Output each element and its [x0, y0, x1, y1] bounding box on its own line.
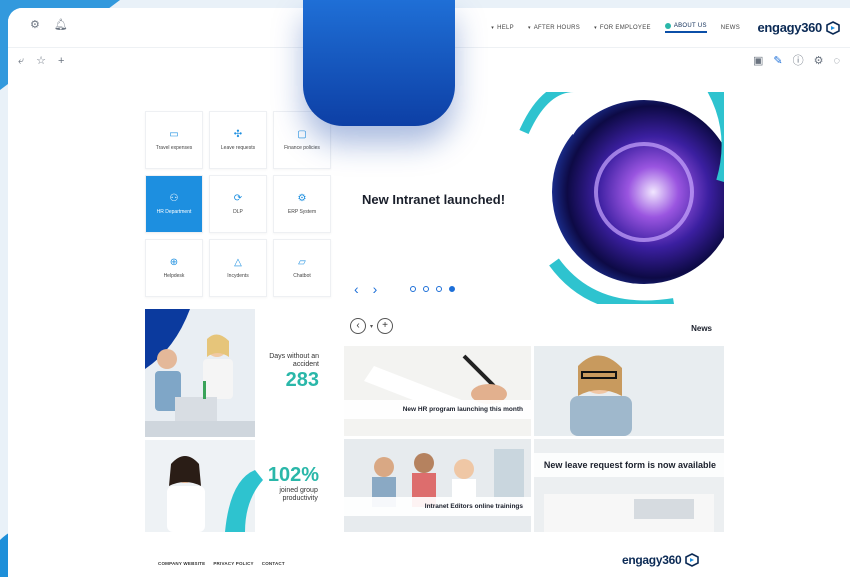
footer-logo[interactable]: engagy360 — [622, 553, 700, 567]
news-card[interactable]: New HR program launching this month — [344, 346, 531, 436]
news-card[interactable]: Intranet Editors online trainings — [344, 439, 531, 532]
chat-icon: ▱ — [298, 256, 306, 268]
nav-after-hours[interactable]: ▾ AFTER HOURS — [528, 25, 580, 31]
woman-glasses-photo — [534, 346, 724, 436]
footer-link-privacy-policy[interactable]: PRIVACY POLICY — [213, 561, 253, 566]
lifebuoy-icon: ⊕ — [169, 256, 179, 268]
gear-icon: ⚙ — [297, 192, 307, 204]
productivity-widget: 102% joined group productivity — [145, 440, 333, 532]
status-dot-icon — [664, 23, 671, 29]
carousel-dot[interactable] — [410, 286, 416, 292]
news-header: ‹ ▾ + News — [344, 312, 724, 344]
carousel-dot[interactable] — [436, 286, 442, 292]
circle-icon[interactable]: ◌ — [833, 56, 840, 67]
edit-icon[interactable]: ✎ — [773, 56, 782, 67]
logo-mark-icon — [685, 553, 700, 567]
tile-helpdesk[interactable]: ⊕ Helpdesk — [145, 239, 203, 297]
tile-hr-department[interactable]: ⚇ HR Department — [145, 175, 203, 233]
team-photo — [344, 439, 531, 532]
days-value: 283 — [285, 369, 319, 391]
back-icon[interactable]: ⤶ — [18, 56, 24, 67]
carousel-dots — [410, 286, 455, 292]
nav-about-us[interactable]: ABOUT US — [664, 23, 707, 33]
news-item-title: New leave request form is now available — [534, 453, 724, 477]
nav-for-employee[interactable]: ▾ FOR EMPLOYEE — [594, 25, 651, 31]
footer-link-contact[interactable]: CONTACT — [262, 561, 285, 566]
growth-label: joined group productivity — [279, 487, 318, 502]
chevron-left-icon[interactable]: ‹ — [354, 282, 359, 296]
footer-links: COMPANY WEBSITE PRIVACY POLICY CONTACT — [158, 561, 285, 566]
bell-icon[interactable]: 🔔︎ — [54, 20, 68, 31]
decorative-blue-shape — [303, 0, 455, 126]
tile-travel-expenses[interactable]: ▭ Travel expenses — [145, 111, 203, 169]
carousel-dot[interactable] — [423, 286, 429, 292]
tile-leave-requests[interactable]: ✣ Leave requests — [209, 111, 267, 169]
nav-help[interactable]: ▾ HELP — [491, 25, 514, 31]
settings-icon[interactable]: ⚙ — [814, 56, 824, 67]
brand-logo[interactable]: engagy360 — [757, 20, 840, 35]
plus-icon[interactable]: + — [58, 56, 64, 67]
warning-icon: △ — [234, 256, 242, 268]
news-item-title: Intranet Editors online trainings — [344, 497, 531, 516]
move-icon: ✣ — [233, 128, 243, 140]
document-icon: ▢ — [297, 128, 307, 140]
days-widget: Days without an accident 283 — [145, 309, 333, 437]
footer-link-company-website[interactable]: COMPANY WEBSITE — [158, 561, 205, 566]
news-title: News — [691, 324, 712, 333]
prev-news-icon[interactable]: ‹ — [350, 318, 366, 334]
add-news-icon[interactable]: + — [377, 318, 394, 334]
tile-erp-system[interactable]: ⚙ ERP System — [273, 175, 331, 233]
star-icon[interactable]: ☆ — [36, 56, 46, 67]
tile-chatbot[interactable]: ▱ Chatbot — [273, 239, 331, 297]
dashboard: ▭ Travel expenses ✣ Leave requests ▢ Fin… — [145, 84, 724, 532]
news-card[interactable] — [534, 346, 724, 436]
sync-icon: ⟳ — [233, 192, 243, 204]
panel-icon[interactable]: ▣ — [753, 56, 763, 67]
news-item-title: New HR program launching this month — [344, 400, 531, 419]
growth-value: 102% — [267, 464, 319, 486]
days-label: Days without an accident — [269, 353, 319, 368]
news-card[interactable]: New leave request form is now available — [534, 439, 724, 532]
tile-incydents[interactable]: △ Incydents — [209, 239, 267, 297]
main-nav: ▾ HELP ▾ AFTER HOURS ▾ FOR EMPLOYEE ABOUT U… — [491, 23, 740, 33]
chevron-right-icon[interactable]: › — [373, 282, 378, 296]
logo-mark-icon — [826, 20, 840, 35]
gear-icon[interactable]: ⚙ — [30, 20, 40, 31]
writing-photo — [344, 346, 531, 436]
info-icon[interactable]: ⓘ — [793, 56, 804, 67]
people-icon: ⚇ — [169, 192, 179, 204]
chevron-down-icon[interactable]: ▾ — [370, 323, 373, 330]
tile-dlp[interactable]: ⟳ DLP — [209, 175, 267, 233]
carousel-dot-active[interactable] — [449, 286, 455, 292]
hero-title: New Intranet launched! — [362, 192, 506, 207]
briefcase-icon: ▭ — [169, 128, 179, 140]
nav-news[interactable]: NEWS — [721, 25, 740, 31]
